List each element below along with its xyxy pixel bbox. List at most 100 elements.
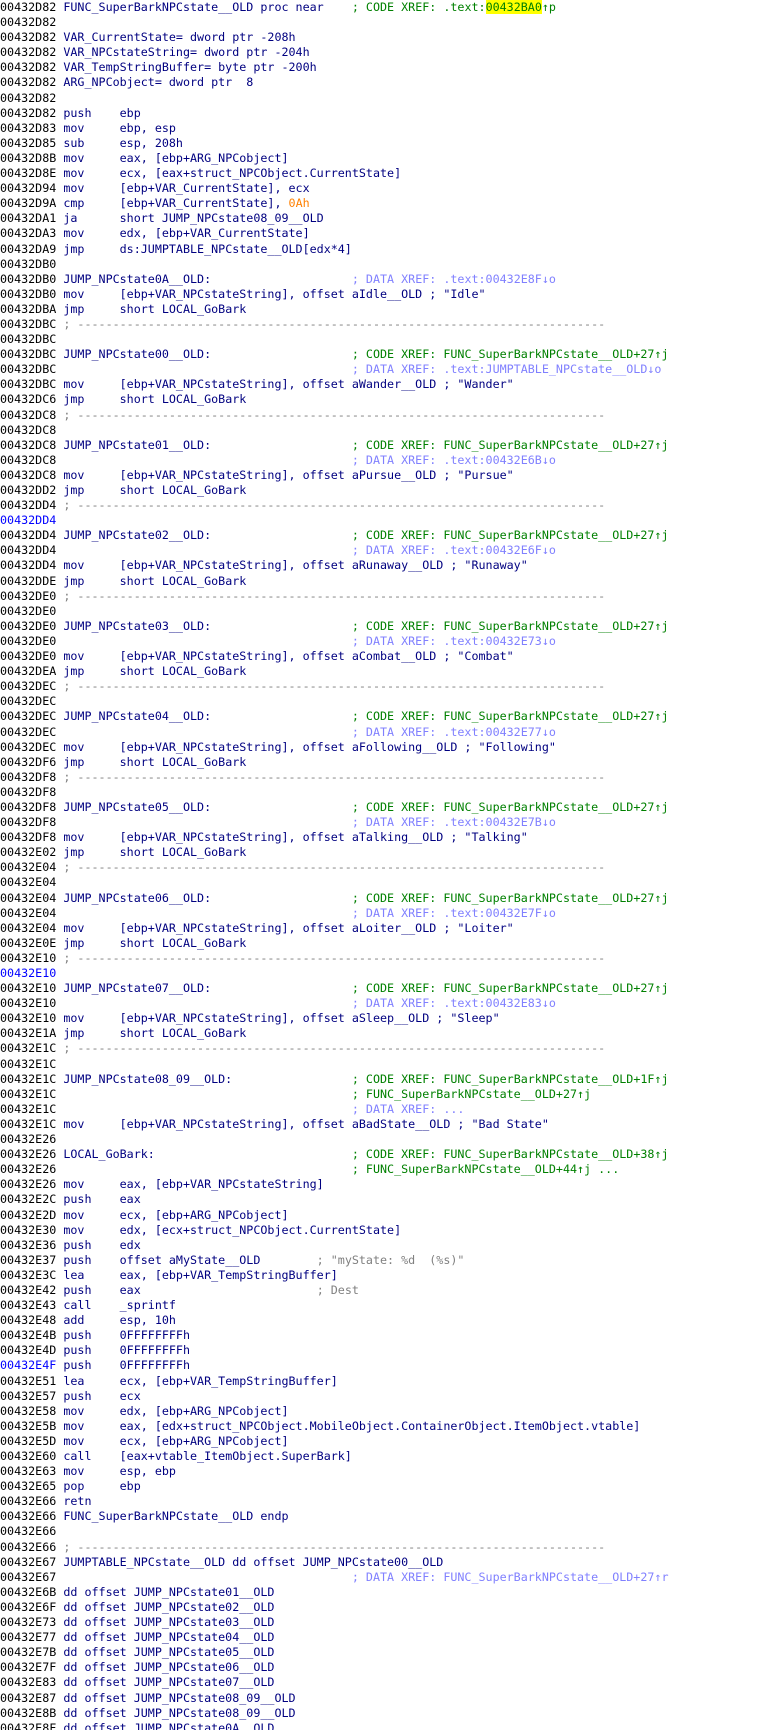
listing-line[interactable]: 00432E51 lea ecx, [ebp+VAR_TempStringBuf… [0,1374,759,1389]
listing-line[interactable]: 00432E04 ; -----------------------------… [0,860,759,875]
listing-line[interactable]: 00432E10 [0,966,759,981]
instruction-operand[interactable]: short LOCAL_GoBark [120,755,247,769]
line-address[interactable]: 00432DE0 [0,619,63,633]
line-address[interactable]: 00432D82 [0,75,63,89]
line-address[interactable]: 00432DF6 [0,755,63,769]
line-address[interactable]: 00432D82 [0,15,63,29]
instruction-mnemonic[interactable]: mov [63,1434,119,1448]
instruction-mnemonic[interactable]: lea [63,1268,119,1282]
instruction-mnemonic[interactable]: jmp [63,483,119,497]
listing-line[interactable]: 00432DA1 ja short JUMP_NPCstate08_09__OL… [0,211,759,226]
instruction-operand[interactable]: short LOCAL_GoBark [120,574,247,588]
listing-line[interactable]: 00432D82 push ebp [0,106,759,121]
listing-line[interactable]: 00432DF8 [0,785,759,800]
listing-line[interactable]: 00432DD4 [0,513,759,528]
instruction-operand[interactable]: short LOCAL_GoBark [120,302,247,316]
instruction-mnemonic[interactable]: mov [63,1177,119,1191]
line-address[interactable]: 00432D82 [0,91,63,105]
line-address[interactable]: 00432DBC [0,317,63,331]
listing-line[interactable]: 00432DE0 ; DATA XREF: .text:00432E73↓o [0,634,759,649]
listing-line[interactable]: 00432E77 dd offset JUMP_NPCstate04__OLD [0,1630,759,1645]
line-address[interactable]: 00432DF8 [0,800,63,814]
listing-line[interactable]: 00432E63 mov esp, ebp [0,1464,759,1479]
instruction-mnemonic[interactable]: push [63,1238,119,1252]
instruction-operand[interactable]: eax [120,1192,141,1206]
line-address[interactable]: 00432E42 [0,1283,63,1297]
code-label[interactable]: JUMP_NPCstate04__OLD: [63,709,211,723]
listing-line[interactable]: 00432E10 mov [ebp+VAR_NPCstateString], o… [0,1011,759,1026]
line-address[interactable]: 00432E1C [0,1041,63,1055]
line-address[interactable]: 00432E5D [0,1434,63,1448]
instruction-operand[interactable]: short LOCAL_GoBark [120,392,247,406]
instruction-operand[interactable]: edx, [ebp+VAR_CurrentState] [120,226,310,240]
listing-line[interactable]: 00432E66 retn [0,1494,759,1509]
highlighted-address[interactable]: 00432BA0 [485,0,542,14]
instruction-mnemonic[interactable]: mov [63,1419,119,1433]
line-address[interactable]: 00432E65 [0,1479,63,1493]
line-address[interactable]: 00432DE0 [0,634,63,648]
line-address[interactable]: 00432E1A [0,1026,63,1040]
instruction-operand[interactable]: 0FFFFFFFFh [120,1328,190,1342]
listing-line[interactable]: 00432D82 VAR_CurrentState= dword ptr -20… [0,30,759,45]
listing-line[interactable]: 00432DC8 ; -----------------------------… [0,408,759,423]
listing-line[interactable]: 00432E04 JUMP_NPCstate06__OLD: ; CODE XR… [0,891,759,906]
line-address[interactable]: 00432DBA [0,302,63,316]
instruction-mnemonic[interactable]: push [63,1389,119,1403]
line-address[interactable]: 00432D82 [0,60,63,74]
listing-line[interactable]: 00432E10 ; DATA XREF: .text:00432E83↓o [0,996,759,1011]
instruction-mnemonic[interactable]: mov [63,287,119,301]
listing-line[interactable]: 00432DD2 jmp short LOCAL_GoBark [0,483,759,498]
data-definition[interactable]: JUMPTABLE_NPCstate__OLD dd offset JUMP_N… [63,1555,443,1569]
listing-line[interactable]: 00432DF8 ; -----------------------------… [0,770,759,785]
instruction-operand[interactable]: [ebp+VAR_NPCstateString], offset aPursue… [120,468,514,482]
instruction-mnemonic[interactable]: mov [63,181,119,195]
listing-line[interactable]: 00432E66 FUNC_SuperBarkNPCstate__OLD end… [0,1509,759,1524]
code-label[interactable]: JUMP_NPCstate0A__OLD: [63,272,211,286]
listing-line[interactable]: 00432E04 [0,875,759,890]
line-address[interactable]: 00432E10 [0,951,63,965]
line-address[interactable]: 00432DF8 [0,815,63,829]
listing-line[interactable]: 00432E4F push 0FFFFFFFFh [0,1358,759,1373]
instruction-mnemonic[interactable]: jmp [63,242,119,256]
line-address[interactable]: 00432DB0 [0,287,63,301]
listing-line[interactable]: 00432E66 ; -----------------------------… [0,1540,759,1555]
instruction-operand[interactable]: 0FFFFFFFFh [120,1343,190,1357]
line-address[interactable]: 00432DBC [0,332,63,346]
line-address[interactable]: 00432DA1 [0,211,63,225]
instruction-operand[interactable]: short LOCAL_GoBark [120,483,247,497]
instruction-operand[interactable]: ebp [120,1479,141,1493]
data-definition[interactable]: dd offset JUMP_NPCstate0A__OLD [63,1721,274,1730]
instruction-mnemonic[interactable]: mov [63,1464,119,1478]
line-address[interactable]: 00432E7F [0,1660,63,1674]
line-address[interactable]: 00432E4B [0,1328,63,1342]
line-address[interactable]: 00432DB0 [0,272,63,286]
listing-line[interactable]: 00432E10 JUMP_NPCstate07__OLD: ; CODE XR… [0,981,759,996]
instruction-mnemonic[interactable]: mov [63,1404,119,1418]
instruction-operand[interactable]: short JUMP_NPCstate08_09__OLD [120,211,324,225]
listing-line[interactable]: 00432DEC JUMP_NPCstate04__OLD: ; CODE XR… [0,709,759,724]
instruction-mnemonic[interactable]: ja [63,211,119,225]
line-address[interactable]: 00432E3C [0,1268,63,1282]
instruction-operand[interactable]: [ebp+VAR_CurrentState], [120,196,289,210]
instruction-operand[interactable]: eax, [ebp+VAR_NPCstateString] [120,1177,324,1191]
variable-declaration[interactable]: VAR_CurrentState= dword ptr -208h [63,30,295,44]
instruction-operand[interactable]: ecx, [ebp+VAR_TempStringBuffer] [120,1374,338,1388]
line-address[interactable]: 00432E73 [0,1615,63,1629]
listing-line[interactable]: 00432E43 call _sprintf [0,1298,759,1313]
listing-line[interactable]: 00432DBC ; DATA XREF: .text:JUMPTABLE_NP… [0,362,759,377]
code-label[interactable]: JUMP_NPCstate06__OLD: [63,891,211,905]
line-address[interactable]: 00432D82 [0,106,63,120]
listing-line[interactable]: 00432E26 mov eax, [ebp+VAR_NPCstateStrin… [0,1177,759,1192]
listing-line[interactable]: 00432DC8 ; DATA XREF: .text:00432E6B↓o [0,453,759,468]
instruction-mnemonic[interactable]: mov [63,830,119,844]
instruction-mnemonic[interactable]: push [63,1358,119,1372]
instruction-mnemonic[interactable]: pop [63,1479,119,1493]
disassembly-listing[interactable]: 00432D82 FUNC_SuperBarkNPCstate__OLD pro… [0,0,759,1730]
listing-line[interactable]: 00432DF8 ; DATA XREF: .text:00432E7B↓o [0,815,759,830]
line-address[interactable]: 00432E66 [0,1509,63,1523]
instruction-operand[interactable]: [ebp+VAR_NPCstateString], offset aBadSta… [120,1117,549,1131]
instruction-mnemonic[interactable]: retn [63,1494,91,1508]
line-address[interactable]: 00432E1C [0,1072,63,1086]
listing-line[interactable]: 00432E58 mov edx, [ebp+ARG_NPCobject] [0,1404,759,1419]
instruction-mnemonic[interactable]: mov [63,1117,119,1131]
